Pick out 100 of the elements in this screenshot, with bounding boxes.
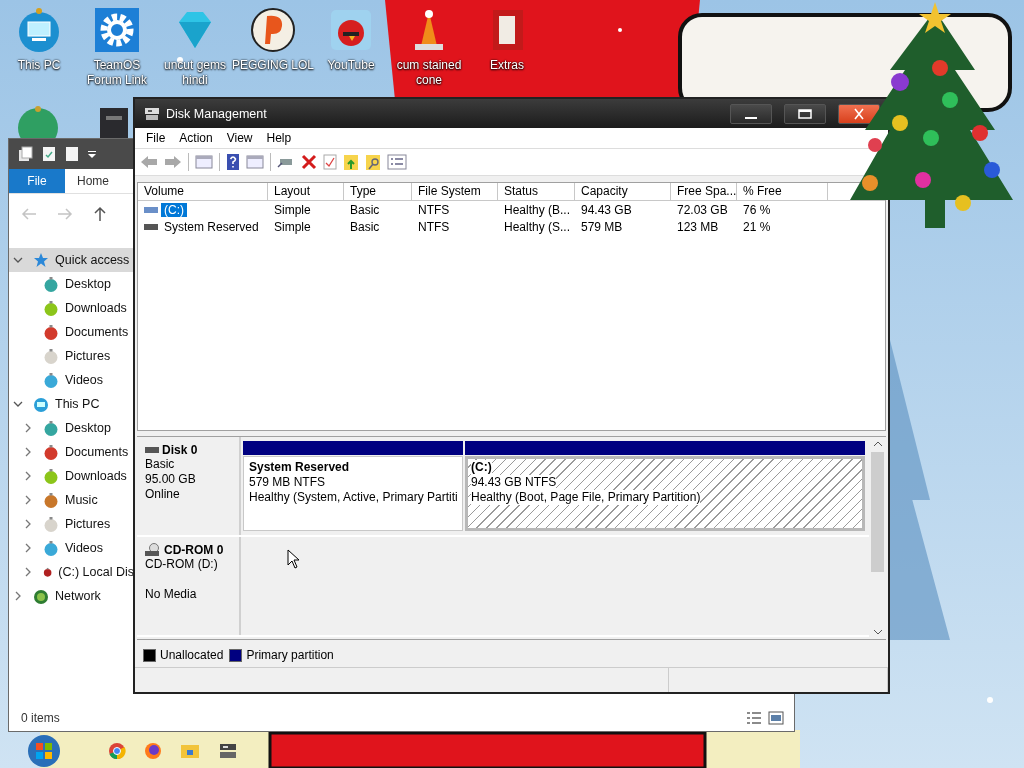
- chevron-down-icon[interactable]: [13, 255, 23, 265]
- drive-icon: [144, 205, 158, 214]
- table-cell: Healthy (B...: [504, 202, 571, 217]
- chevron-right-icon[interactable]: [23, 423, 33, 433]
- folder-up-icon[interactable]: [343, 153, 359, 171]
- menu-item[interactable]: Action: [172, 131, 220, 145]
- nav-item[interactable]: Music: [9, 488, 134, 512]
- legend-label: Primary partition: [246, 648, 334, 662]
- list-icon[interactable]: [387, 154, 407, 170]
- partition-size: 579 MB NTFS: [249, 475, 327, 490]
- nav-item[interactable]: Desktop: [9, 272, 134, 296]
- disk-detail: CD-ROM (D:): [145, 557, 219, 572]
- back-arrow-icon[interactable]: [140, 154, 158, 170]
- partition-status: Healthy (System, Active, Primary Partiti: [249, 490, 457, 505]
- globe-icon: [33, 588, 49, 604]
- partition-block[interactable]: System Reserved 579 MB NTFS Healthy (System, Active, Primary Partiti: [243, 456, 463, 531]
- gear-icon[interactable]: [93, 6, 141, 54]
- disk-name: CD-ROM 0: [164, 543, 224, 557]
- nav-item[interactable]: Documents: [9, 440, 134, 464]
- table-cell: 94.43 GB: [581, 202, 632, 217]
- desktop-icon-label[interactable]: cum stained cone: [396, 58, 462, 88]
- partition-status: Healthy (Boot, Page File, Primary Partition): [471, 490, 701, 505]
- chevron-right-icon[interactable]: [13, 591, 23, 601]
- nav-item[interactable]: (C:) Local Dis: [9, 560, 134, 584]
- panel-icon[interactable]: [246, 154, 264, 170]
- desktop-icon-label[interactable]: Extras: [490, 58, 524, 73]
- forward-arrow-icon[interactable]: [164, 154, 182, 170]
- scroll-up-icon[interactable]: [872, 440, 883, 448]
- thumbnail-view-icon[interactable]: [768, 711, 784, 725]
- minimize-icon: [745, 116, 757, 119]
- browser-icon[interactable]: [144, 742, 162, 760]
- partition-size: 94.43 GB NTFS: [471, 475, 557, 490]
- ornament-icon[interactable]: [16, 106, 60, 140]
- disk-detail: 95.00 GB: [145, 472, 197, 487]
- menu-item[interactable]: View: [219, 131, 260, 145]
- partition-name: (C:): [471, 460, 492, 475]
- help-icon[interactable]: [226, 153, 240, 171]
- table-cell: 579 MB: [581, 219, 623, 234]
- disk-drive-icon[interactable]: [218, 743, 238, 759]
- chevron-right-icon[interactable]: [23, 447, 33, 457]
- checklist-icon[interactable]: [323, 154, 337, 170]
- nav-item[interactable]: This PC: [9, 392, 134, 416]
- table-cell: 123 MB: [677, 219, 719, 234]
- app-icon[interactable]: [100, 108, 128, 138]
- badge-logo-icon[interactable]: [249, 6, 297, 54]
- menu-item[interactable]: File: [139, 131, 173, 145]
- chevron-right-icon[interactable]: [23, 519, 33, 529]
- chevron-right-icon[interactable]: [23, 471, 33, 481]
- nav-item[interactable]: Desktop: [9, 416, 134, 440]
- ribbon-tab[interactable]: File: [9, 169, 65, 193]
- nav-item[interactable]: Pictures: [9, 344, 134, 368]
- maximize-button[interactable]: [784, 103, 826, 124]
- details-view-icon[interactable]: [746, 711, 762, 725]
- disk-detail: No Media: [145, 587, 198, 602]
- partition-block[interactable]: (C:) 94.43 GB NTFS Healthy (Boot, Page File, Primary Partition): [465, 456, 865, 531]
- up-arrow-icon[interactable]: [93, 206, 107, 222]
- nav-item[interactable]: Videos: [9, 368, 134, 392]
- nav-item[interactable]: Downloads: [9, 296, 134, 320]
- nav-item[interactable]: Network: [9, 584, 134, 608]
- nav-item[interactable]: Pictures: [9, 512, 134, 536]
- minimize-button[interactable]: [730, 103, 772, 124]
- folder-search-icon[interactable]: [365, 153, 381, 171]
- delete-icon[interactable]: [301, 154, 317, 170]
- close-button[interactable]: [838, 103, 880, 124]
- disk-detail: Online: [145, 487, 181, 502]
- disk-drive-icon: [145, 446, 159, 454]
- table-cell: Simple: [274, 202, 311, 217]
- table-cell: NTFS: [418, 219, 450, 234]
- chevron-down-icon[interactable]: [13, 399, 23, 409]
- start-button-icon[interactable]: [26, 733, 62, 768]
- dropdown-icon[interactable]: [87, 149, 97, 159]
- drive-icon: [144, 222, 158, 231]
- cd-drive-icon: [145, 543, 161, 557]
- drive-label[interactable]: System Reserved: [161, 219, 262, 234]
- table-cell: 72.03 GB: [677, 202, 728, 217]
- folder-icon[interactable]: [180, 742, 200, 760]
- computer-icon: [33, 396, 49, 412]
- nav-item[interactable]: Downloads: [9, 464, 134, 488]
- scroll-down-icon[interactable]: [872, 628, 883, 636]
- properties-icon[interactable]: [17, 146, 33, 162]
- browser-icon[interactable]: [108, 742, 126, 760]
- checklist-icon[interactable]: [41, 146, 57, 162]
- panel-icon[interactable]: [195, 154, 213, 170]
- chevron-right-icon[interactable]: [23, 543, 33, 553]
- table-cell: Healthy (S...: [504, 219, 571, 234]
- nav-item[interactable]: Quick access: [9, 248, 134, 272]
- chevron-right-icon[interactable]: [23, 495, 33, 505]
- table-cell: 76 %: [743, 202, 771, 217]
- drive-label[interactable]: (C:): [161, 202, 187, 217]
- chevron-right-icon[interactable]: [23, 567, 33, 577]
- status-text: 0 items: [21, 711, 60, 725]
- disk-drive-icon: [144, 106, 160, 121]
- disk-detail: Basic: [145, 457, 176, 472]
- nav-item[interactable]: Documents: [9, 320, 134, 344]
- table-cell: Basic: [350, 219, 380, 234]
- document-icon[interactable]: [65, 146, 79, 162]
- nav-item[interactable]: Videos: [9, 536, 134, 560]
- menu-item[interactable]: Help: [259, 131, 299, 145]
- disk-name: Disk 0: [162, 443, 198, 457]
- mouse-pointer-icon: [287, 549, 300, 569]
